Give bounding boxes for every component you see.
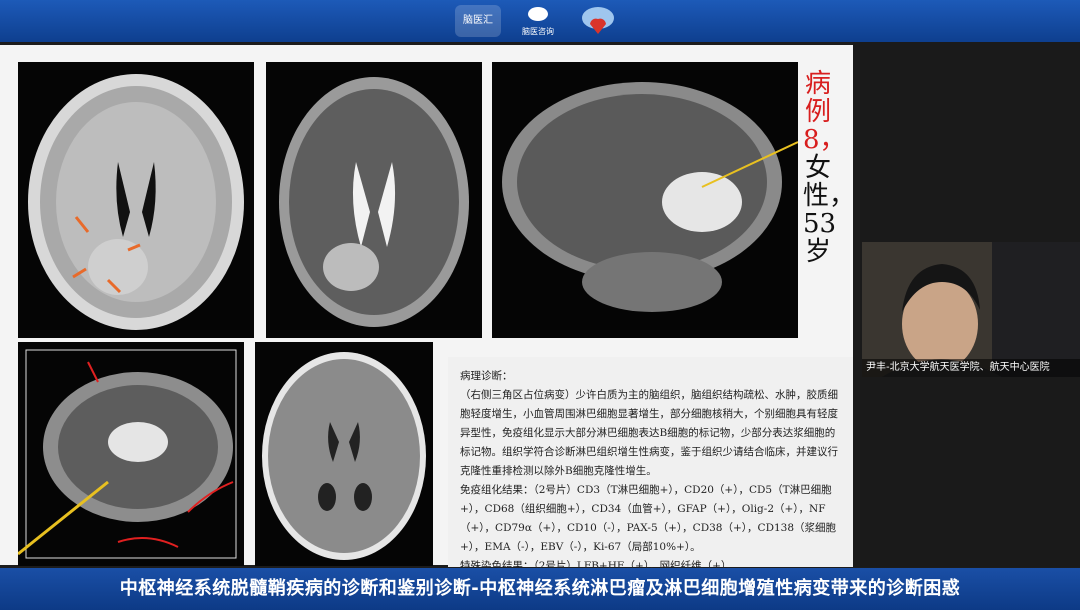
mri-axial-t1-image xyxy=(18,62,254,338)
logo-group: 脑医汇 脑医咨询 xyxy=(455,4,621,38)
speaker-caption: 尹丰-北京大学航天医学院、航天中心医院 xyxy=(862,359,1080,377)
case-patient-info: 女性，53岁 xyxy=(803,153,856,267)
brain-heart-logo xyxy=(582,7,614,34)
mri-3d-reconstruction-image xyxy=(18,342,244,566)
ct-axial-image xyxy=(255,342,433,566)
pathology-body: （右侧三角区占位病变）少许白质为主的脑组织，脑组织结构疏松、水肿，胶质细胞轻度增… xyxy=(460,389,838,477)
case-title: 病例8， 女性，53岁 xyxy=(803,69,856,267)
pathology-title: 病理诊断： xyxy=(460,370,513,382)
lecture-title: 中枢神经系统脱髓鞘疾病的诊断和鉴别诊断-中枢神经系统淋巴瘤及淋巴细胞增殖性病变带… xyxy=(119,578,961,599)
top-banner: 脑医汇 脑医咨询 xyxy=(0,0,1080,42)
mri-axial-t2-image xyxy=(266,62,482,338)
mri-sagittal-image xyxy=(492,62,798,338)
bottom-banner: 中枢神经系统脱髓鞘疾病的诊断和鉴别诊断-中枢神经系统淋巴瘤及淋巴细胞增殖性病变带… xyxy=(0,568,1080,610)
case-number: 病例8， xyxy=(803,69,846,155)
speaker-video[interactable]: 尹丰-北京大学航天医学院、航天中心医院 xyxy=(862,242,1080,377)
naoyi-consult-logo: 脑医咨询 xyxy=(522,7,554,36)
svg-text:脑医咨询: 脑医咨询 xyxy=(522,26,554,36)
pathology-report: 病理诊断： （右侧三角区占位病变）少许白质为主的脑组织，脑组织结构疏松、水肿，胶… xyxy=(448,357,853,572)
ihc-results: 免疫组化结果：（2号片）CD3（T淋巴细胞+），CD20（+），CD5（T淋巴细… xyxy=(460,484,837,553)
naoyihui-logo: 脑医汇 xyxy=(455,5,501,37)
